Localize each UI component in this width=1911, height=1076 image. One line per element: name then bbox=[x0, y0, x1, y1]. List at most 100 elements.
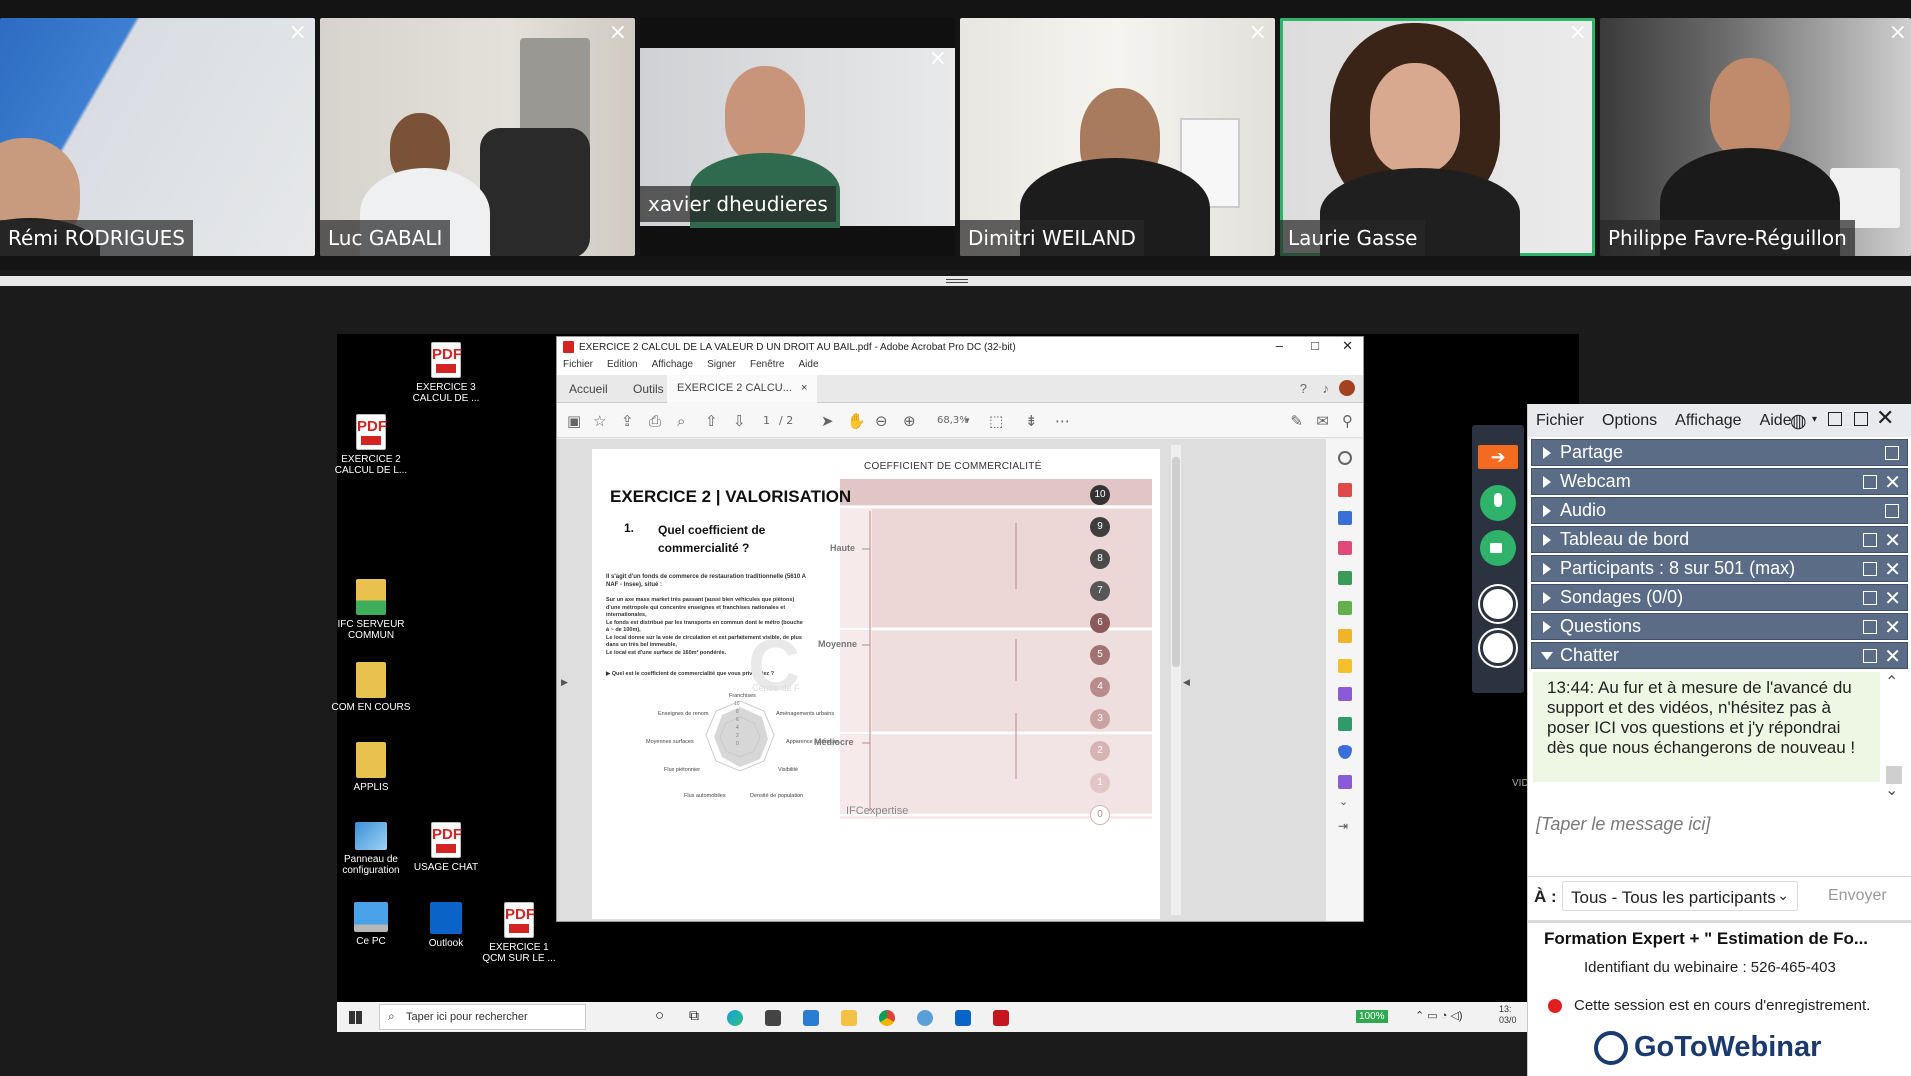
menu-options[interactable]: Options bbox=[1602, 412, 1657, 430]
outlook-icon[interactable] bbox=[955, 1010, 971, 1026]
file-explorer-icon[interactable] bbox=[841, 1010, 857, 1026]
participant-tile-luc[interactable]: × Luc GABALI bbox=[320, 18, 635, 256]
close-icon[interactable]: × bbox=[289, 20, 307, 46]
chevron-down-icon[interactable]: ▾ bbox=[965, 416, 970, 426]
desktop-icon-exercice-1[interactable]: PDF EXERCICE 1 QCM SUR LE ... bbox=[479, 902, 559, 964]
chat-scrollbar[interactable]: ⌃ ⌄ bbox=[1883, 672, 1905, 802]
print-production-icon[interactable] bbox=[1338, 717, 1352, 731]
menu-affichage[interactable]: Affichage bbox=[652, 359, 694, 373]
page-fit-icon[interactable]: ⬚ bbox=[989, 412, 1003, 430]
section-tableau-de-bord[interactable]: Tableau de bord ✕ bbox=[1531, 526, 1908, 553]
help-icon[interactable]: ? bbox=[1300, 381, 1307, 396]
tab-document[interactable]: EXERCICE 2 CALCU... × bbox=[667, 375, 818, 403]
popout-icon[interactable] bbox=[1863, 591, 1877, 605]
maximize-icon[interactable]: □ bbox=[1311, 338, 1319, 353]
zoom-search-icon[interactable]: ⌕ bbox=[677, 412, 685, 430]
popout-icon[interactable] bbox=[1863, 620, 1877, 634]
hand-icon[interactable]: ✋ bbox=[847, 412, 866, 430]
close-icon[interactable]: ✕ bbox=[1884, 528, 1901, 552]
taskbar-search-box[interactable]: ⌕ Taper ici pour rechercher bbox=[379, 1004, 586, 1030]
close-icon[interactable]: ✕ bbox=[1876, 406, 1894, 431]
participant-tile-philippe[interactable]: × Philippe Favre-Réguillon bbox=[1600, 18, 1911, 256]
divider-grip-icon[interactable] bbox=[946, 279, 968, 283]
more-icon[interactable]: ⋯ bbox=[1055, 412, 1070, 430]
collapse-panel-icon[interactable]: ⇥ bbox=[1338, 819, 1348, 833]
participant-tile-remi[interactable]: × Rémi RODRIGUES bbox=[0, 18, 315, 256]
battery-indicator[interactable]: 100% bbox=[1356, 1010, 1388, 1023]
avatar[interactable] bbox=[1339, 380, 1355, 396]
bell-icon[interactable]: ♪ bbox=[1323, 381, 1330, 396]
desktop-icon-ce-pc[interactable]: Ce PC bbox=[331, 902, 411, 947]
close-tab-icon[interactable]: × bbox=[801, 382, 807, 394]
star-icon[interactable]: ☆ bbox=[593, 412, 606, 430]
desktop-icon-usage-chat[interactable]: PDF USAGE CHAT bbox=[406, 822, 486, 873]
zoom-in-icon[interactable]: ⊕ bbox=[903, 412, 916, 430]
popout-icon[interactable] bbox=[1863, 475, 1877, 489]
close-icon[interactable]: × bbox=[929, 46, 947, 72]
popout-icon[interactable] bbox=[1863, 649, 1877, 663]
desktop-icon-exercice-2[interactable]: PDF EXERCICE 2 CALCUL DE L... bbox=[331, 414, 411, 476]
compare-icon[interactable] bbox=[1338, 601, 1352, 615]
scroll-up-icon[interactable]: ⌃ bbox=[1885, 672, 1898, 692]
stamp-icon[interactable] bbox=[1338, 775, 1352, 789]
menu-affichage[interactable]: Affichage bbox=[1675, 412, 1741, 430]
desktop-icon-ifc-serveur[interactable]: IFC SERVEUR COMMUN bbox=[331, 579, 411, 641]
close-icon[interactable]: ✕ bbox=[1884, 644, 1901, 668]
webcam-icon[interactable] bbox=[1480, 530, 1516, 566]
section-sondages[interactable]: Sondages (0/0) ✕ bbox=[1531, 584, 1908, 611]
mail-icon[interactable]: ✉ bbox=[1316, 412, 1329, 430]
upload-icon[interactable]: ⇪ bbox=[621, 412, 634, 430]
sign-icon[interactable]: ✎ bbox=[1290, 412, 1303, 430]
mail-icon[interactable] bbox=[803, 1010, 819, 1026]
participant-tile-dimitri[interactable]: × Dimitri WEILAND bbox=[960, 18, 1275, 256]
scroll-mode-icon[interactable]: ⇟ bbox=[1025, 412, 1038, 430]
desktop-icon-outlook[interactable]: Outlook bbox=[406, 902, 486, 949]
menu-fichier[interactable]: Fichier bbox=[563, 359, 593, 373]
close-icon[interactable]: × bbox=[1249, 20, 1267, 46]
windows-start-icon[interactable] bbox=[349, 1011, 362, 1024]
desktop-icon-com-en-cours[interactable]: COM EN COURS bbox=[331, 662, 411, 713]
close-icon[interactable]: × bbox=[609, 20, 627, 46]
popout-icon[interactable] bbox=[1854, 412, 1868, 426]
page-number-input[interactable]: 1 bbox=[763, 414, 770, 427]
search-icon[interactable] bbox=[1338, 451, 1352, 465]
participant-tile-laurie[interactable]: × Laurie Gasse bbox=[1280, 18, 1595, 256]
menu-edition[interactable]: Edition bbox=[607, 359, 638, 373]
minimize-icon[interactable]: – bbox=[1276, 338, 1283, 353]
desktop-icon-applis[interactable]: APPLIS bbox=[331, 742, 411, 793]
section-partage[interactable]: Partage bbox=[1531, 439, 1908, 466]
page-down-icon[interactable]: ⇩ bbox=[733, 412, 746, 430]
popout-icon[interactable] bbox=[1885, 446, 1899, 460]
chat-input[interactable]: [Taper le message ici] bbox=[1536, 814, 1710, 835]
recipient-select[interactable]: Tous - Tous les participants ⌄ bbox=[1562, 881, 1798, 911]
protect-icon[interactable] bbox=[1338, 745, 1352, 759]
export-pdf-icon[interactable] bbox=[1338, 483, 1352, 497]
close-icon[interactable]: ✕ bbox=[1342, 338, 1353, 354]
section-participants[interactable]: Participants : 8 sur 501 (max) ✕ bbox=[1531, 555, 1908, 582]
zoom-level[interactable]: 68,3% bbox=[937, 415, 969, 426]
arrow-right-icon[interactable]: ➔ bbox=[1478, 445, 1518, 469]
chrome-icon[interactable] bbox=[879, 1010, 895, 1026]
scrollbar-thumb[interactable] bbox=[1172, 457, 1180, 667]
close-icon[interactable]: ✕ bbox=[1884, 557, 1901, 581]
desktop-icon-panneau[interactable]: Panneau de configuration bbox=[331, 822, 411, 876]
clock[interactable]: 13: 03/0 bbox=[1499, 1004, 1517, 1026]
document-scrollbar[interactable] bbox=[1171, 445, 1181, 915]
page-up-icon[interactable]: ⇧ bbox=[705, 412, 718, 430]
menu-aide[interactable]: Aide bbox=[1760, 412, 1792, 430]
zoom-out-icon[interactable]: ⊖ bbox=[875, 412, 888, 430]
organize-pages-icon[interactable] bbox=[1338, 541, 1352, 555]
chevron-down-icon[interactable]: ▾ bbox=[1812, 414, 1817, 425]
section-questions[interactable]: Questions ✕ bbox=[1531, 613, 1908, 640]
task-view-icon[interactable]: ⧉ bbox=[689, 1007, 699, 1024]
cortana-icon[interactable]: ○ bbox=[655, 1007, 664, 1024]
chevron-down-icon[interactable]: ⌄ bbox=[1339, 795, 1348, 808]
close-icon[interactable]: × bbox=[1889, 20, 1907, 46]
select-arrow-icon[interactable]: ➤ bbox=[821, 412, 834, 430]
close-icon[interactable]: × bbox=[1569, 20, 1587, 46]
section-chatter[interactable]: Chatter ✕ bbox=[1531, 642, 1908, 669]
comment-file-icon[interactable] bbox=[1338, 629, 1352, 643]
print-icon[interactable]: ⎙ bbox=[649, 412, 661, 430]
popout-icon[interactable] bbox=[1885, 504, 1899, 518]
save-icon[interactable]: ▣ bbox=[567, 412, 581, 430]
